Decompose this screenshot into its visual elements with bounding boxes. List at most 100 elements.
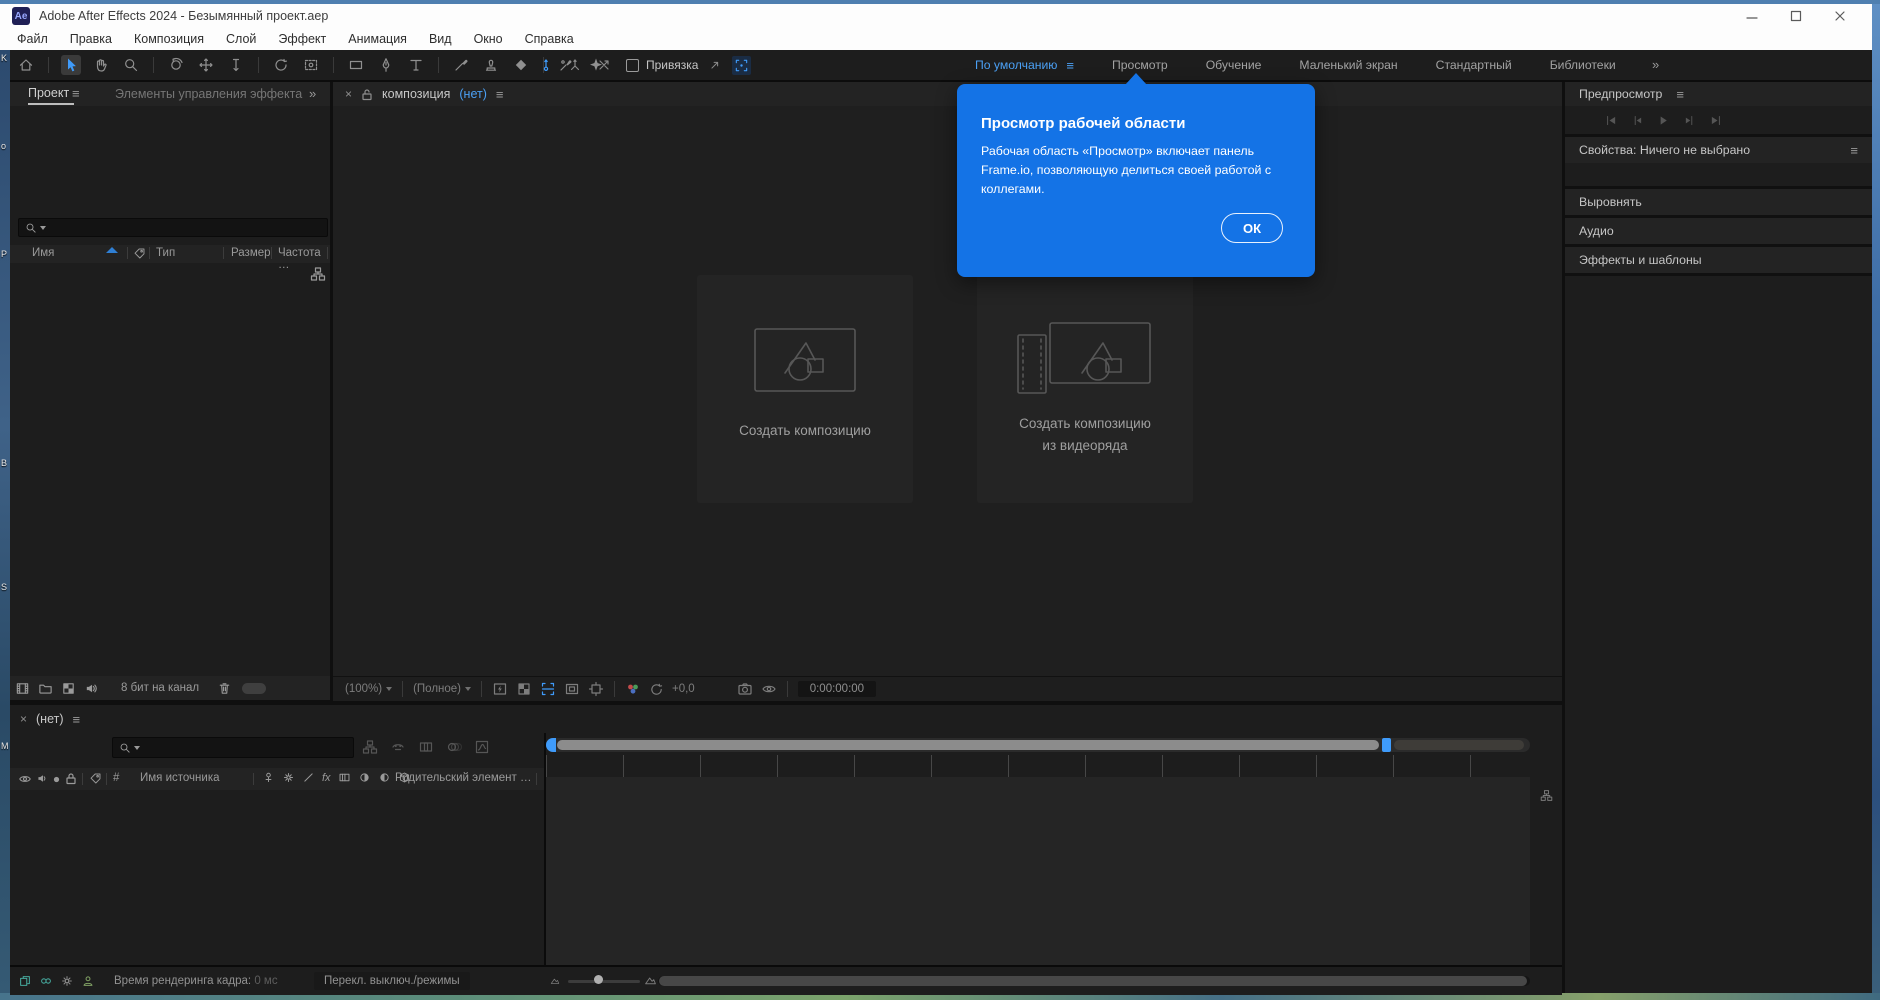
tab-composition[interactable]: композиция xyxy=(382,87,450,101)
navigator-start-handle[interactable] xyxy=(546,738,556,752)
project-tab-overflow-chevron[interactable]: » xyxy=(309,86,314,101)
comp-marker-bin-icon[interactable] xyxy=(1540,789,1553,802)
pen-tool[interactable] xyxy=(376,55,396,75)
multi-frame-rendering-icon[interactable] xyxy=(18,974,32,988)
column-number[interactable]: # xyxy=(113,772,119,784)
workspace-overflow-chevron[interactable]: » xyxy=(1652,50,1657,80)
shy-layers-icon[interactable] xyxy=(390,739,406,755)
region-of-interest-icon[interactable] xyxy=(540,681,556,697)
effects-presets-panel-header[interactable]: Эффекты и шаблоны xyxy=(1565,247,1872,273)
menu-animation[interactable]: Анимация xyxy=(337,28,418,50)
menu-effect[interactable]: Эффект xyxy=(267,28,337,50)
settings-gear-icon[interactable] xyxy=(60,974,74,988)
adjustment-layer-icon[interactable] xyxy=(378,771,391,784)
timeline-zoom-slider-handle[interactable] xyxy=(594,975,603,984)
resolution-dropdown[interactable]: (Полное) xyxy=(413,683,471,695)
preview-panel-header[interactable]: Предпросмотр ≡ xyxy=(1565,82,1872,106)
workspace-libraries[interactable]: Библиотеки xyxy=(1531,58,1635,72)
first-frame-icon[interactable] xyxy=(1605,114,1618,127)
menu-window[interactable]: Окно xyxy=(463,28,514,50)
workspace-learn[interactable]: Обучение xyxy=(1187,58,1281,72)
mask-visibility-icon[interactable] xyxy=(564,681,580,697)
timeline-zoom-slider-track[interactable] xyxy=(568,980,640,983)
timeline-horizontal-scrollbar[interactable] xyxy=(658,976,1530,986)
navigator-bar[interactable] xyxy=(557,740,1379,750)
tab-close-icon[interactable]: × xyxy=(20,712,27,726)
menu-composition[interactable]: Композиция xyxy=(123,28,215,50)
snapping-checkbox[interactable] xyxy=(626,59,639,72)
play-icon[interactable] xyxy=(1657,114,1670,127)
time-ruler[interactable] xyxy=(546,755,1530,778)
snap-options-arrow-icon[interactable] xyxy=(705,55,725,75)
playhead-marker[interactable] xyxy=(1382,738,1391,752)
timeline-search-input[interactable] xyxy=(112,737,354,758)
snap-target-icon[interactable] xyxy=(732,56,751,75)
previous-frame-icon[interactable] xyxy=(1631,114,1644,127)
workspace-small-screen[interactable]: Маленький экран xyxy=(1280,58,1416,72)
tab-project[interactable]: Проект xyxy=(28,86,69,100)
world-axis-mode-icon[interactable] xyxy=(565,55,585,75)
trash-icon[interactable] xyxy=(217,681,232,696)
exposure-icon[interactable] xyxy=(649,682,664,697)
label-color-icon[interactable] xyxy=(89,772,102,785)
close-button[interactable] xyxy=(1818,4,1862,28)
menu-edit[interactable]: Правка xyxy=(59,28,123,50)
view-axis-mode-icon[interactable] xyxy=(594,55,614,75)
align-panel-header[interactable]: Выровнять xyxy=(1565,189,1872,215)
column-name[interactable]: Имя xyxy=(32,247,54,259)
timecode-display[interactable]: 0:00:00:00 xyxy=(798,681,876,697)
bit-depth-label[interactable]: 8 бит на канал xyxy=(121,682,199,694)
user-presence-icon[interactable] xyxy=(81,974,95,988)
workspace-default[interactable]: По умолчанию≡ xyxy=(956,58,1093,73)
maximize-button[interactable] xyxy=(1774,4,1818,28)
timeline-navigator[interactable] xyxy=(546,738,1530,752)
transparency-grid-icon[interactable] xyxy=(516,681,532,697)
panel-resize-pill[interactable] xyxy=(242,683,266,694)
quality-icon[interactable] xyxy=(302,771,315,784)
tab-close-icon[interactable]: × xyxy=(345,87,352,101)
menu-layer[interactable]: Слой xyxy=(215,28,267,50)
type-tool[interactable] xyxy=(406,55,426,75)
workspace-menu-icon[interactable]: ≡ xyxy=(1066,58,1074,73)
av-features-icon[interactable] xyxy=(262,771,275,784)
solo-icon[interactable] xyxy=(53,776,60,783)
selection-tool[interactable] xyxy=(61,55,81,75)
magnification-dropdown[interactable]: (100%) xyxy=(345,683,392,695)
column-source-name[interactable]: Имя источника xyxy=(140,772,220,784)
composition-mini-flowchart-icon[interactable] xyxy=(362,739,378,755)
eraser-tool[interactable] xyxy=(511,55,531,75)
timeline-panel-menu-icon[interactable]: ≡ xyxy=(73,712,81,727)
project-flowchart-icon[interactable] xyxy=(310,266,326,282)
audio-icon[interactable] xyxy=(84,681,99,696)
pan-camera-tool[interactable] xyxy=(196,55,216,75)
frame-blend-icon[interactable] xyxy=(338,771,351,784)
lock-icon[interactable] xyxy=(65,772,77,785)
proxy-toggle-icon[interactable] xyxy=(39,974,53,988)
label-color-icon[interactable] xyxy=(133,247,146,260)
composition-panel-menu-icon[interactable]: ≡ xyxy=(496,87,504,102)
video-eye-icon[interactable] xyxy=(18,772,32,786)
audio-panel-header[interactable]: Аудио xyxy=(1565,218,1872,244)
column-type[interactable]: Тип xyxy=(156,247,175,259)
new-composition-card[interactable]: Создать композицию xyxy=(697,275,913,503)
audio-speaker-icon[interactable] xyxy=(36,772,49,785)
next-frame-icon[interactable] xyxy=(1683,114,1696,127)
properties-panel-menu-icon[interactable]: ≡ xyxy=(1850,143,1858,158)
new-composition-icon[interactable] xyxy=(61,681,76,696)
home-tool[interactable] xyxy=(16,55,36,75)
orbit-camera-tool[interactable] xyxy=(166,55,186,75)
preview-panel-menu-icon[interactable]: ≡ xyxy=(1676,87,1684,102)
motion-blur-switch-icon[interactable] xyxy=(358,771,371,784)
lock-open-icon[interactable] xyxy=(361,88,373,101)
workspace-review[interactable]: Просмотр xyxy=(1093,58,1187,72)
fast-previews-icon[interactable] xyxy=(492,681,508,697)
menu-view[interactable]: Вид xyxy=(418,28,463,50)
dolly-camera-tool[interactable] xyxy=(226,55,246,75)
last-frame-icon[interactable] xyxy=(1709,114,1722,127)
rectangle-tool[interactable] xyxy=(346,55,366,75)
sort-ascending-icon[interactable] xyxy=(106,247,118,253)
toggle-switches-modes-button[interactable]: Перекл. выключ./режимы xyxy=(314,972,470,990)
exposure-value[interactable]: +0,0 xyxy=(672,683,695,695)
zoom-tool[interactable] xyxy=(121,55,141,75)
project-panel-menu-icon[interactable]: ≡ xyxy=(72,86,80,101)
